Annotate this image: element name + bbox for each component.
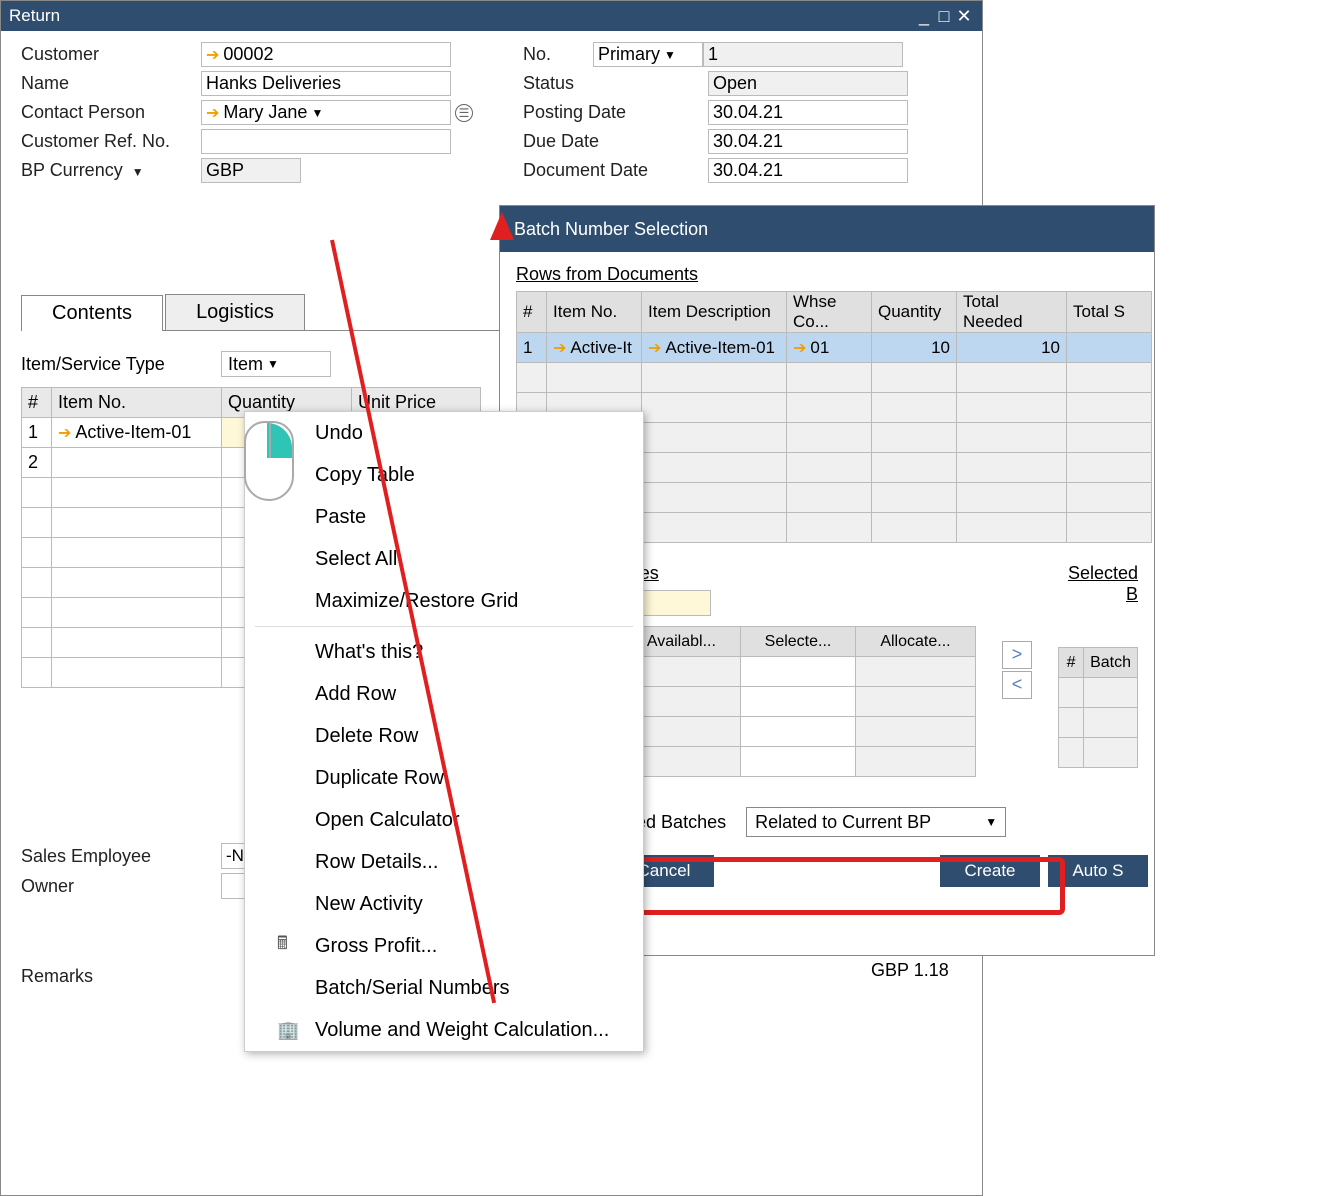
return-title: Return <box>9 6 60 26</box>
remarks-label: Remarks <box>21 966 221 987</box>
col-itemno[interactable]: Item No. <box>547 292 642 333</box>
link-arrow-icon[interactable]: ➔ <box>206 45 219 65</box>
sales-emp-label: Sales Employee <box>21 846 221 867</box>
chevron-down-icon[interactable]: ▼ <box>311 106 323 120</box>
details-icon[interactable]: ☰ <box>455 104 473 122</box>
link-arrow-icon[interactable]: ➔ <box>553 340 566 357</box>
col-desc[interactable]: Item Description <box>642 292 787 333</box>
menu-gross-profit[interactable]: 🖩Gross Profit... <box>245 925 643 967</box>
menu-maximize-grid[interactable]: Maximize/Restore Grid <box>245 580 643 622</box>
maximize-button[interactable]: □ <box>934 6 954 27</box>
menu-volume-weight[interactable]: 🏢Volume and Weight Calculation... <box>245 1009 643 1051</box>
menu-new-activity[interactable]: New Activity <box>245 883 643 925</box>
menu-undo[interactable]: Undo <box>245 412 643 454</box>
close-button[interactable]: ✕ <box>954 6 974 27</box>
chevron-down-icon[interactable]: ▼ <box>132 165 144 179</box>
annotation-arrow-head <box>490 212 514 240</box>
contact-label: Contact Person <box>21 102 201 123</box>
link-arrow-icon[interactable]: ➔ <box>206 103 219 123</box>
docdate-field[interactable]: 30.04.21 <box>708 158 908 183</box>
no-series-field[interactable]: Primary▼ <box>593 42 703 67</box>
menu-batch-serial[interactable]: Batch/Serial Numbers <box>245 967 643 1009</box>
menu-row-details[interactable]: Row Details... <box>245 841 643 883</box>
rows-section-title: Rows from Documents <box>516 264 1138 285</box>
menu-copy-table[interactable]: Copy Table <box>245 454 643 496</box>
col-whse[interactable]: Whse Co... <box>787 292 872 333</box>
customer-field[interactable]: ➔00002 <box>201 42 451 67</box>
gbp-value: GBP 1.18 <box>871 960 949 981</box>
return-title-bar: Return _ □ ✕ <box>1 1 982 31</box>
no-label: No. <box>523 44 593 65</box>
col-num[interactable]: # <box>517 292 547 333</box>
header-form: Customer ➔00002 Name Hanks Deliveries Co… <box>1 31 982 194</box>
bpcur-field[interactable]: GBP <box>201 158 301 183</box>
building-icon: 🏢 <box>277 1020 299 1041</box>
status-field: Open <box>708 71 908 96</box>
status-label: Status <box>523 73 708 94</box>
calculator-icon: 🖩 <box>277 931 288 961</box>
menu-add-row[interactable]: Add Row <box>245 673 643 715</box>
col-itemno[interactable]: Item No. <box>52 388 222 418</box>
tab-contents[interactable]: Contents <box>21 295 163 331</box>
due-label: Due Date <box>523 131 708 152</box>
contact-field[interactable]: ➔Mary Jane▼ <box>201 100 451 125</box>
selected-section-title: Selected B <box>1058 563 1138 605</box>
move-right-button[interactable]: > <box>1002 641 1032 669</box>
col-needed[interactable]: Total Needed <box>957 292 1067 333</box>
create-button[interactable]: Create <box>940 855 1040 887</box>
customer-label: Customer <box>21 44 201 65</box>
item-type-label: Item/Service Type <box>21 354 221 375</box>
auto-button[interactable]: Auto S <box>1048 855 1148 887</box>
batch-title-bar: Batch Number Selection <box>500 206 1154 252</box>
posting-field[interactable]: 30.04.21 <box>708 100 908 125</box>
move-left-button[interactable]: < <box>1002 671 1032 699</box>
col-totals[interactable]: Total S <box>1067 292 1152 333</box>
chevron-down-icon[interactable]: ▼ <box>267 357 279 371</box>
chevron-down-icon[interactable]: ▼ <box>664 48 676 62</box>
menu-delete-row[interactable]: Delete Row <box>245 715 643 757</box>
ddb-select[interactable]: Related to Current BP ▼ <box>746 807 1006 837</box>
mouse-cursor-icon <box>244 421 302 509</box>
no-field[interactable]: 1 <box>703 42 903 67</box>
col-num[interactable]: # <box>22 388 52 418</box>
name-label: Name <box>21 73 201 94</box>
link-arrow-icon[interactable]: ➔ <box>58 425 71 442</box>
tab-logistics[interactable]: Logistics <box>165 294 305 330</box>
link-arrow-icon[interactable]: ➔ <box>793 340 806 357</box>
batch-title: Batch Number Selection <box>514 219 708 240</box>
col-qty[interactable]: Quantity <box>872 292 957 333</box>
posting-label: Posting Date <box>523 102 708 123</box>
doc-row[interactable]: 1 ➔Active-It ➔Active-Item-01 ➔01 10 10 <box>517 333 1152 363</box>
name-field[interactable]: Hanks Deliveries <box>201 71 451 96</box>
item-type-select[interactable]: Item▼ <box>221 351 331 377</box>
menu-whats-this[interactable]: What's this? <box>245 631 643 673</box>
chevron-down-icon[interactable]: ▼ <box>985 815 997 829</box>
minimize-button[interactable]: _ <box>914 6 934 27</box>
docdate-label: Document Date <box>523 160 708 181</box>
selected-batches-table: # Batch <box>1058 647 1138 768</box>
custref-label: Customer Ref. No. <box>21 131 201 152</box>
due-field[interactable]: 30.04.21 <box>708 129 908 154</box>
link-arrow-icon[interactable]: ➔ <box>648 340 661 357</box>
bpcur-label: BP Currency ▼ <box>21 160 201 181</box>
custref-field[interactable] <box>201 129 451 154</box>
owner-label: Owner <box>21 876 221 897</box>
context-menu: Undo Copy Table Paste Select All Maximiz… <box>244 411 644 1052</box>
menu-open-calc[interactable]: Open Calculator <box>245 799 643 841</box>
menu-paste[interactable]: Paste <box>245 496 643 538</box>
menu-select-all[interactable]: Select All <box>245 538 643 580</box>
